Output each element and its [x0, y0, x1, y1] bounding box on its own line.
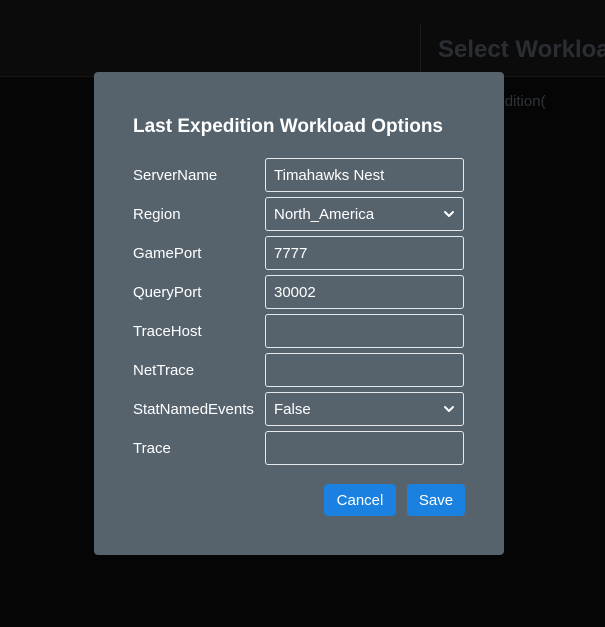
tracehost-label: TraceHost [133, 323, 202, 340]
tracehost-input[interactable] [265, 314, 464, 348]
page: Select Workload Last Expedition( Last Ex… [0, 0, 605, 627]
field-row-servername: ServerName [133, 158, 465, 192]
field-row-statnamedevents: StatNamedEvents False [133, 392, 465, 426]
chevron-down-icon [444, 406, 454, 412]
field-row-trace: Trace [133, 431, 465, 465]
field-row-gameport: GamePort [133, 236, 465, 270]
statnamedevents-select[interactable]: False [265, 392, 464, 426]
gameport-input[interactable] [265, 236, 464, 270]
region-select[interactable]: North_America [265, 197, 464, 231]
field-row-tracehost: TraceHost [133, 314, 465, 348]
save-button[interactable]: Save [407, 484, 465, 516]
field-row-nettrace: NetTrace [133, 353, 465, 387]
trace-input[interactable] [265, 431, 464, 465]
background-divider [420, 24, 421, 76]
field-row-region: Region North_America [133, 197, 465, 231]
field-row-queryport: QueryPort [133, 275, 465, 309]
queryport-input[interactable] [265, 275, 464, 309]
servername-label: ServerName [133, 167, 218, 184]
servername-input[interactable] [265, 158, 464, 192]
queryport-label: QueryPort [133, 284, 202, 301]
statnamedevents-label: StatNamedEvents [133, 401, 254, 418]
gameport-label: GamePort [133, 245, 202, 262]
nettrace-label: NetTrace [133, 362, 195, 379]
background-page-title: Select Workload [438, 36, 605, 63]
trace-label: Trace [133, 440, 171, 457]
workload-options-modal: Last Expedition Workload Options ServerN… [94, 72, 504, 555]
chevron-down-icon [444, 211, 454, 217]
region-label: Region [133, 206, 181, 223]
nettrace-input[interactable] [265, 353, 464, 387]
modal-title: Last Expedition Workload Options [133, 116, 444, 137]
region-select-value: North_America [274, 205, 375, 223]
statnamedevents-select-value: False [274, 400, 311, 418]
cancel-button[interactable]: Cancel [324, 484, 396, 516]
